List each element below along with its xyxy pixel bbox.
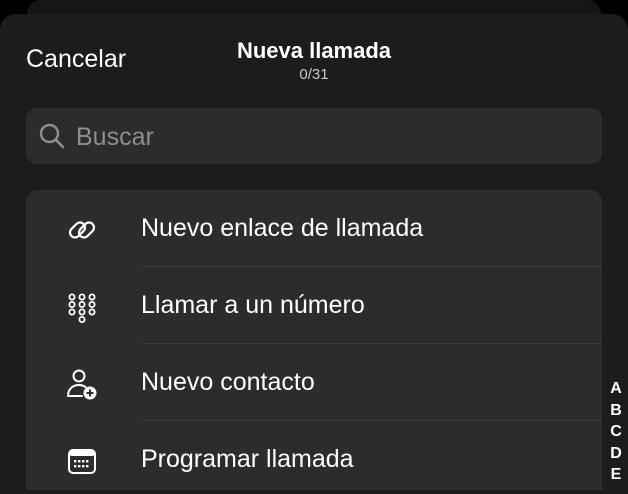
page-title: Nueva llamada (236, 38, 392, 63)
index-letter-d[interactable]: D (610, 443, 622, 465)
new-contact-label: Nuevo contacto (141, 368, 315, 396)
index-letter-a[interactable]: A (610, 378, 622, 400)
new-contact-item[interactable]: Nuevo contacto (26, 344, 602, 421)
index-letter-c[interactable]: C (610, 421, 622, 443)
index-letter-e[interactable]: E (611, 464, 622, 486)
calendar-icon (66, 445, 98, 477)
dialpad-icon (66, 291, 98, 323)
actions-list: Nuevo enlace de llamada Llamar a un núme… (26, 190, 602, 490)
alphabet-index[interactable]: A B C D E (606, 378, 626, 486)
new-call-link-label: Nuevo enlace de llamada (141, 214, 424, 242)
new-call-link-item[interactable]: Nuevo enlace de llamada (26, 190, 602, 267)
add-contact-icon (66, 368, 98, 400)
index-letter-b[interactable]: B (610, 400, 622, 422)
link-icon (66, 214, 98, 246)
call-number-item[interactable]: Llamar a un número (26, 267, 602, 344)
call-number-label: Llamar a un número (141, 291, 365, 319)
search-bar[interactable] (26, 108, 602, 164)
schedule-call-label: Programar llamada (141, 445, 354, 473)
schedule-call-item[interactable]: Programar llamada (26, 421, 602, 490)
search-icon (38, 122, 66, 150)
selection-counter: 0/31 (299, 66, 329, 83)
search-input[interactable] (74, 118, 578, 156)
